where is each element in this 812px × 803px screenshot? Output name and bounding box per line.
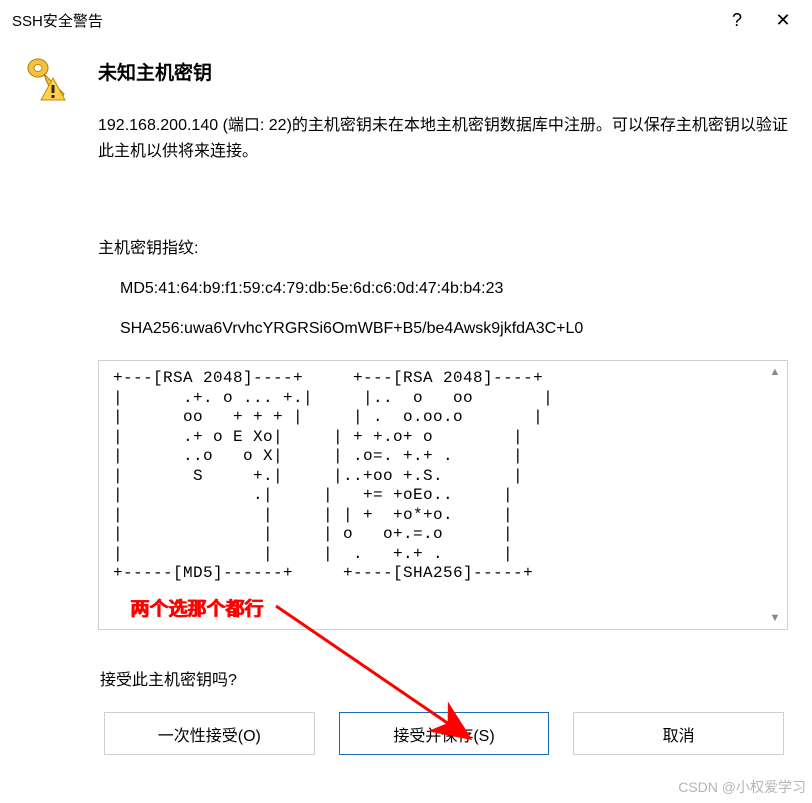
sha256-fingerprint: SHA256:uwa6VrvhcYRGRSi6OmWBF+B5/be4Awsk9…: [98, 320, 788, 338]
accept-save-button[interactable]: 接受并保存(S): [339, 712, 550, 755]
dialog-content: 未知主机密钥 192.168.200.140 (端口: 22)的主机密钥未在本地…: [0, 40, 812, 630]
fingerprint-label: 主机密钥指纹:: [98, 234, 788, 258]
watermark: CSDN @小权爱学习: [678, 777, 806, 797]
scroll-up-icon[interactable]: ▲: [770, 362, 781, 382]
annotation-text: 两个选那个都行: [130, 594, 263, 621]
dialog-description: 192.168.200.140 (端口: 22)的主机密钥未在本地主机密钥数据库…: [98, 113, 788, 164]
scroll-down-icon[interactable]: ▼: [770, 608, 781, 628]
lower-section: 接受此主机密钥吗? 一次性接受(O) 接受并保存(S) 取消: [0, 666, 812, 755]
ascii-art: +---[RSA 2048]----+ +---[RSA 2048]----+ …: [113, 369, 773, 584]
titlebar: SSH安全警告 ? ✕: [0, 0, 812, 40]
icon-column: [24, 52, 74, 630]
accept-once-button[interactable]: 一次性接受(O): [104, 712, 315, 755]
dialog-heading: 未知主机密钥: [98, 58, 788, 85]
close-button[interactable]: ✕: [760, 2, 806, 38]
help-button[interactable]: ?: [714, 2, 760, 38]
window-controls: ? ✕: [714, 2, 806, 38]
ascii-art-box: +---[RSA 2048]----+ +---[RSA 2048]----+ …: [98, 360, 788, 630]
main-column: 未知主机密钥 192.168.200.140 (端口: 22)的主机密钥未在本地…: [98, 52, 788, 630]
window-title: SSH安全警告: [12, 10, 714, 31]
accept-prompt: 接受此主机密钥吗?: [100, 666, 788, 690]
scrollbar[interactable]: ▲ ▼: [764, 362, 786, 628]
md5-fingerprint: MD5:41:64:b9:f1:59:c4:79:db:5e:6d:c6:0d:…: [98, 280, 788, 298]
key-warning-icon: [24, 56, 74, 108]
button-row: 一次性接受(O) 接受并保存(S) 取消: [100, 712, 788, 755]
cancel-button[interactable]: 取消: [573, 712, 784, 755]
